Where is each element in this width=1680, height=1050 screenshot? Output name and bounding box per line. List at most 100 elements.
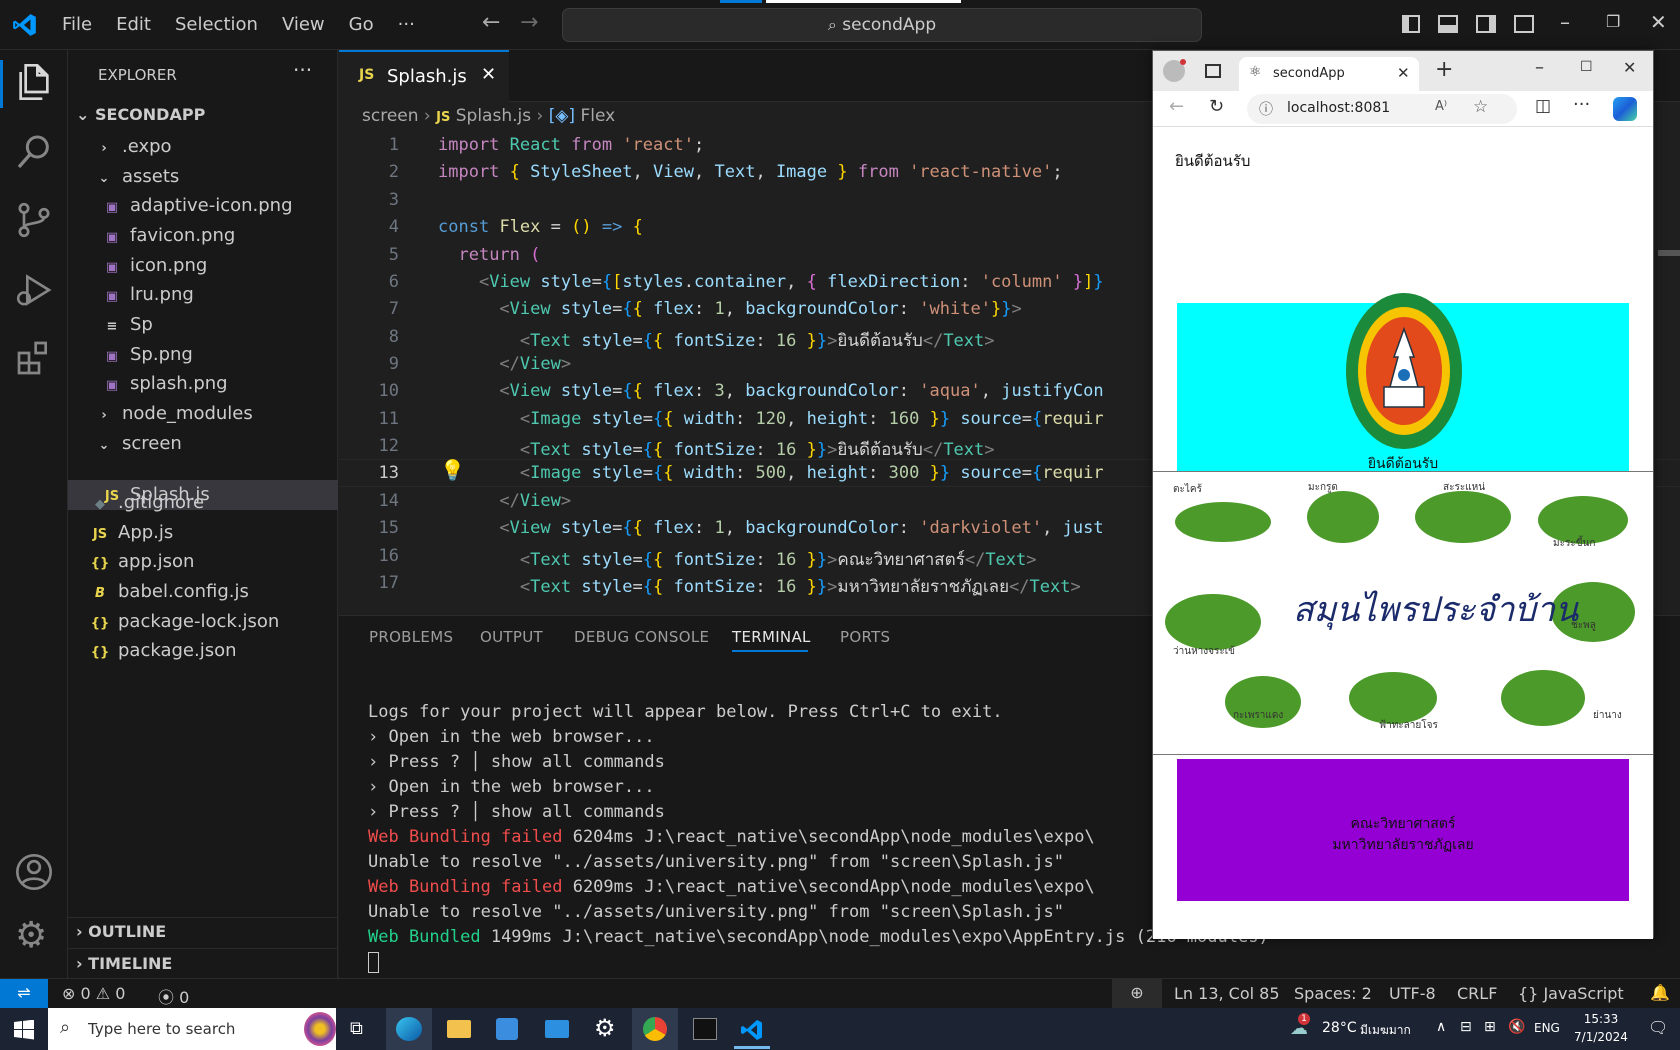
extensions-icon[interactable] [14, 338, 54, 378]
split-screen-icon[interactable]: ◫ [1535, 96, 1551, 116]
favorite-star-icon[interactable]: ☆ [1473, 97, 1488, 117]
tree-item-lru[interactable]: ▣ lru.png [102, 280, 194, 310]
tree-item-sp-png[interactable]: ▣ Sp.png [102, 340, 193, 370]
toggle-secondary-sidebar-icon[interactable] [1476, 15, 1496, 33]
notifications-bell-icon[interactable]: 🔔 [1650, 983, 1670, 1002]
encoding[interactable]: UTF-8 [1389, 984, 1436, 1003]
breadcrumb-screen[interactable]: screen [362, 106, 419, 126]
tree-item-gitignore[interactable]: ◆ .gitignore [90, 488, 204, 518]
tree-item-splash[interactable]: ▣ splash.png [102, 369, 228, 399]
tree-item-babel-config[interactable]: Bbabel.config.js [90, 577, 249, 607]
tab-output[interactable]: OUTPUT [480, 628, 543, 646]
tree-item-package-json[interactable]: {} package.json [90, 636, 237, 666]
outline-section[interactable]: › OUTLINE [76, 922, 166, 941]
tree-item-screen[interactable]: ⌄ screen [94, 429, 182, 459]
tree-item-expo[interactable]: › .expo [94, 132, 171, 162]
tab-ports[interactable]: PORTS [840, 628, 890, 646]
speaker-muted-icon[interactable]: 🔇 [1508, 1019, 1525, 1035]
explorer-icon[interactable] [14, 62, 54, 102]
file-explorer-icon[interactable] [447, 1020, 471, 1038]
tree-item-favicon[interactable]: ▣ favicon.png [102, 221, 235, 251]
command-center[interactable]: ⌕ secondApp [562, 8, 1202, 42]
task-view-icon[interactable]: ⧉ [350, 1018, 363, 1039]
copilot-icon[interactable] [1613, 97, 1637, 121]
back-arrow-icon[interactable]: ← [482, 10, 500, 35]
menu-more[interactable]: ··· [398, 0, 415, 50]
maximize-icon[interactable]: ☐ [1580, 59, 1593, 75]
chevron-up-icon[interactable]: ∧ [1436, 1019, 1446, 1035]
address-bar[interactable]: ⓘ localhost:8081 A⁾ ☆ [1247, 94, 1517, 124]
menu-selection[interactable]: Selection [175, 0, 258, 50]
project-root[interactable]: ⌄ SECONDAPP [76, 105, 205, 124]
tree-item-sp[interactable]: ≡ Sp [102, 310, 153, 340]
line-ending[interactable]: CRLF [1457, 984, 1497, 1003]
taskbar-chrome[interactable] [632, 1008, 678, 1050]
tab-problems[interactable]: PROBLEMS [369, 628, 453, 646]
close-tab-icon[interactable]: ✕ [481, 64, 496, 85]
refresh-icon[interactable]: ↻ [1209, 96, 1224, 117]
remote-indicator-icon[interactable]: ⇌ [0, 979, 48, 1009]
info-icon[interactable]: ⓘ [1259, 99, 1273, 119]
tree-item-app-js[interactable]: JS App.js [90, 518, 173, 548]
tree-item-assets[interactable]: ⌄ assets [94, 162, 180, 192]
toggle-sidebar-icon[interactable] [1402, 15, 1420, 33]
restore-icon[interactable]: ❐ [1606, 12, 1620, 31]
tree-item-app-json[interactable]: {} app.json [90, 547, 195, 577]
menu-view[interactable]: View [282, 0, 325, 50]
customize-layout-icon[interactable] [1514, 15, 1534, 33]
ports-indicator[interactable]: ⦿ 0 [158, 984, 189, 1008]
zoom-icon[interactable]: ⊕ [1112, 979, 1162, 1009]
network-status-icon[interactable]: ⊞ [1484, 1019, 1496, 1035]
read-aloud-icon[interactable]: A⁾ [1435, 99, 1447, 114]
toggle-panel-icon[interactable] [1438, 15, 1458, 33]
close-window-icon[interactable]: ✕ [1650, 10, 1667, 34]
clock-date[interactable]: 7/1/2024 [1570, 1030, 1632, 1044]
tab-terminal[interactable]: TERMINAL [732, 628, 811, 646]
problems-indicator[interactable]: ⊗ 0 ⚠ 0 [62, 984, 125, 1003]
new-tab-icon[interactable]: + [1435, 57, 1453, 82]
timeline-section[interactable]: › TIMELINE [76, 954, 172, 973]
tree-item-adaptive-icon[interactable]: ▣ adaptive-icon.png [102, 191, 293, 221]
notification-center-icon[interactable]: 🗨 [1648, 1018, 1668, 1037]
more-options-icon[interactable]: ··· [1573, 94, 1590, 115]
mail-icon[interactable] [545, 1020, 569, 1038]
clock-time[interactable]: 15:33 [1575, 1012, 1627, 1026]
tree-item-package-lock[interactable]: {} package-lock.json [90, 607, 280, 637]
back-icon[interactable]: ← [1169, 96, 1184, 117]
tab-splash-js[interactable]: JS Splash.js ✕ [339, 50, 509, 102]
network-icon[interactable]: ⊟ [1460, 1019, 1472, 1035]
close-tab-icon[interactable]: ✕ [1397, 64, 1410, 82]
taskbar-edge[interactable] [386, 1008, 432, 1050]
editor-scrollbar-thumb[interactable] [1658, 250, 1680, 256]
tree-item-icon[interactable]: ▣ icon.png [102, 251, 207, 281]
language-mode[interactable]: {} JavaScript [1518, 984, 1624, 1003]
source-control-icon[interactable] [14, 200, 54, 240]
cursor-position[interactable]: Ln 13, Col 85 [1174, 984, 1280, 1003]
windows-start-icon[interactable] [14, 1020, 34, 1040]
indentation[interactable]: Spaces: 2 [1294, 984, 1372, 1003]
close-window-icon[interactable]: ✕ [1623, 58, 1636, 77]
taskbar-search[interactable]: ⌕ Type here to search [48, 1008, 336, 1050]
minimize-icon[interactable]: – [1560, 10, 1570, 34]
menu-edit[interactable]: Edit [116, 0, 151, 50]
forward-arrow-icon[interactable]: → [520, 10, 538, 35]
tree-item-node-modules[interactable]: › node_modules [94, 399, 252, 429]
accounts-icon[interactable] [14, 852, 54, 892]
search-view-icon[interactable] [14, 132, 54, 172]
more-actions-icon[interactable]: ··· [293, 58, 312, 82]
tab-debug-console[interactable]: DEBUG CONSOLE [574, 628, 709, 646]
run-debug-icon[interactable] [14, 270, 54, 310]
vscode-taskbar-icon[interactable] [740, 1018, 764, 1042]
browser-tab[interactable]: ⚛ secondApp ✕ [1239, 57, 1419, 91]
menu-file[interactable]: File [62, 0, 92, 50]
tab-actions-icon[interactable] [1205, 64, 1221, 78]
terminal-icon[interactable] [693, 1018, 717, 1040]
menu-go[interactable]: Go [349, 0, 374, 50]
store-icon[interactable] [496, 1018, 518, 1040]
breadcrumb-symbol[interactable]: Flex [580, 106, 615, 126]
settings-icon[interactable]: ⚙ [594, 1014, 616, 1042]
input-language[interactable]: ENG [1534, 1021, 1560, 1035]
breadcrumb-file[interactable]: Splash.js [456, 106, 531, 126]
minimize-icon[interactable]: – [1535, 57, 1544, 78]
settings-gear-icon[interactable]: ⚙ [15, 916, 47, 956]
